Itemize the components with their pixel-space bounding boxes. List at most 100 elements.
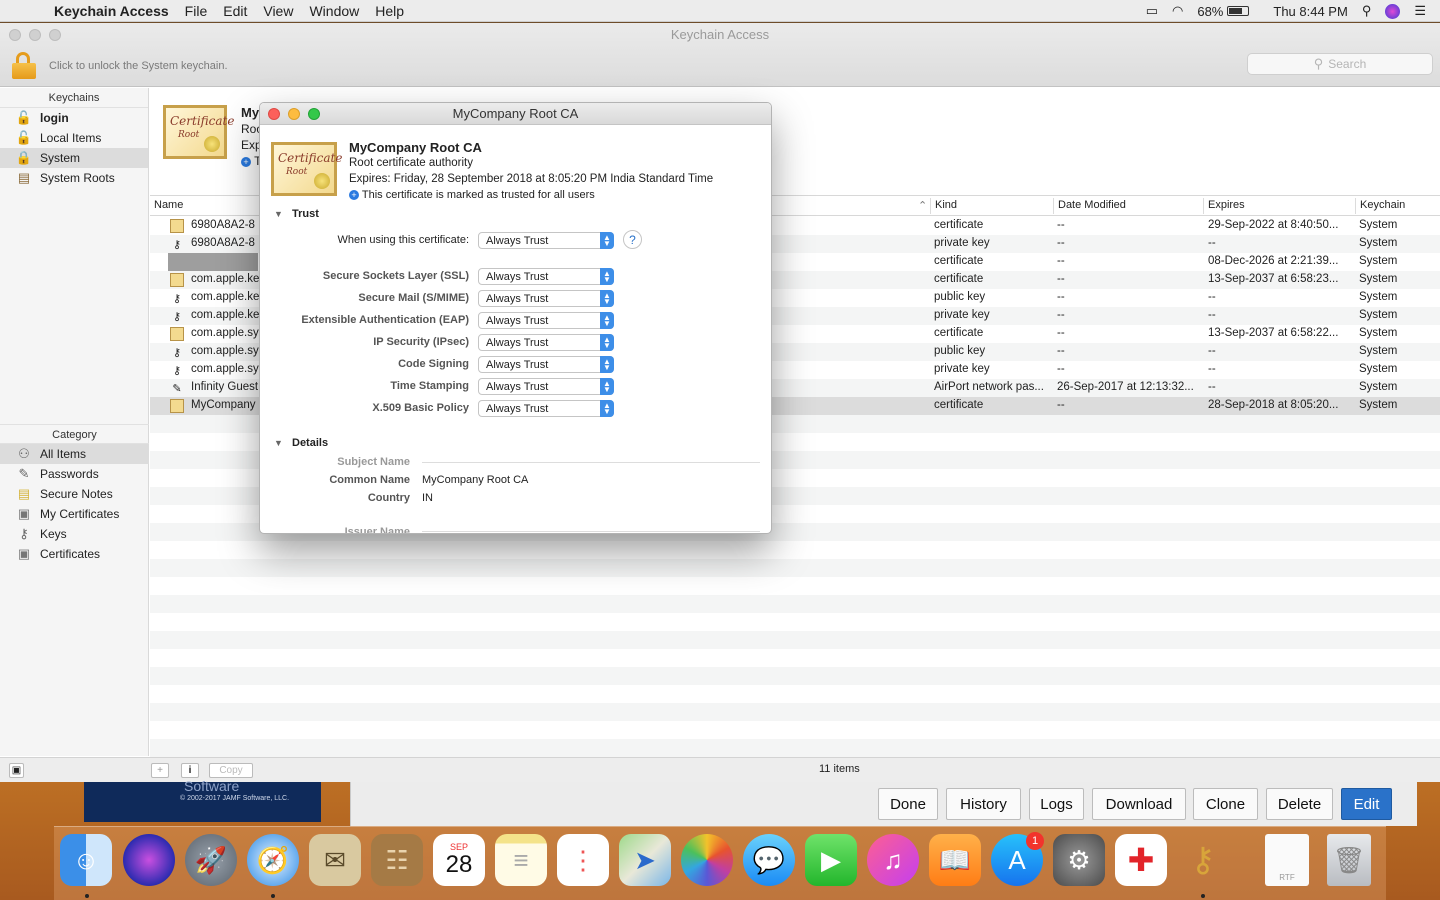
- keychain-access-icon[interactable]: ⚷: [1177, 834, 1229, 886]
- facetime-icon[interactable]: ▶: [805, 834, 857, 886]
- system-preferences-icon[interactable]: ⚙: [1053, 834, 1105, 886]
- battery-percent[interactable]: 68%: [1197, 4, 1223, 19]
- sidebar-item-local-items[interactable]: 🔓 Local Items: [0, 128, 148, 148]
- column-expires[interactable]: Expires: [1208, 199, 1245, 211]
- jamf-copyright: © 2002-2017 JAMF Software, LLC.: [180, 795, 290, 802]
- sort-indicator-icon[interactable]: ⌃: [918, 199, 927, 212]
- reminders-icon[interactable]: ⋮: [557, 834, 609, 886]
- cell-modified: 26-Sep-2017 at 12:13:32...: [1057, 381, 1194, 393]
- ibooks-icon[interactable]: 📖: [929, 834, 981, 886]
- siri-icon[interactable]: [123, 834, 175, 886]
- cell-name: MyCompany: [191, 399, 256, 411]
- category-secure-notes[interactable]: ▤ Secure Notes: [0, 484, 149, 504]
- itunes-icon[interactable]: ♫: [867, 834, 919, 886]
- table-row: [150, 541, 1440, 559]
- cell-expires: --: [1208, 381, 1216, 393]
- unlock-area[interactable]: Click to unlock the System keychain.: [12, 52, 228, 80]
- messages-icon[interactable]: 💬: [743, 834, 795, 886]
- download-button[interactable]: Download: [1092, 788, 1186, 820]
- edit-button[interactable]: Edit: [1341, 788, 1392, 820]
- notes-icon[interactable]: ≡: [495, 834, 547, 886]
- spotlight-icon[interactable]: ⚲: [1362, 3, 1372, 19]
- trust-header[interactable]: Trust: [292, 208, 319, 220]
- trust-setting-popup[interactable]: Always Trust ▲ ▼: [478, 400, 614, 417]
- cell-modified: --: [1057, 327, 1065, 339]
- cabinet-icon: ▤: [17, 170, 31, 185]
- siri-icon[interactable]: [1385, 3, 1401, 19]
- category-certificates[interactable]: ▣ Certificates: [0, 544, 149, 564]
- sidebar-item-login[interactable]: 🔓 login: [0, 108, 148, 128]
- trash-icon[interactable]: 🗑: [1327, 834, 1371, 886]
- certificate-icon: ▣: [17, 506, 31, 521]
- column-date-modified[interactable]: Date Modified: [1058, 199, 1126, 211]
- launchpad-icon[interactable]: 🚀: [185, 834, 237, 886]
- cell-kind: certificate: [934, 399, 984, 411]
- show-info-toggle-icon[interactable]: ▣: [9, 763, 24, 778]
- column-kind[interactable]: Kind: [935, 199, 957, 211]
- calendar-icon[interactable]: SEP 28: [433, 834, 485, 886]
- clone-button[interactable]: Clone: [1193, 788, 1258, 820]
- dialog-minimize-button[interactable]: [288, 108, 300, 120]
- jamf-banner: Software © 2002-2017 JAMF Software, LLC.: [84, 778, 321, 822]
- info-button[interactable]: i: [181, 763, 199, 778]
- copy-button[interactable]: Copy: [209, 763, 253, 778]
- column-name[interactable]: Name: [154, 199, 183, 211]
- history-button[interactable]: History: [946, 788, 1021, 820]
- menu-app-name[interactable]: Keychain Access: [54, 3, 169, 19]
- photos-icon[interactable]: [681, 834, 733, 886]
- search-input[interactable]: ⚲ Search: [1247, 53, 1433, 75]
- delete-button[interactable]: Delete: [1266, 788, 1333, 820]
- sidebar-item-system-roots[interactable]: ▤ System Roots: [0, 168, 148, 188]
- done-button[interactable]: Done: [878, 788, 938, 820]
- trust-setting-popup[interactable]: Always Trust ▲ ▼: [478, 312, 614, 329]
- cell-kind: certificate: [934, 273, 984, 285]
- menu-help[interactable]: Help: [375, 3, 404, 19]
- notification-center-icon[interactable]: ☰: [1414, 3, 1426, 19]
- wifi-icon[interactable]: ◠: [1172, 3, 1183, 19]
- cell-name: 6980A8A2-8: [191, 219, 255, 231]
- maps-icon[interactable]: ➤: [619, 834, 671, 886]
- jamf-admin-icon[interactable]: ✚: [1115, 834, 1167, 886]
- common-name-value: MyCompany Root CA: [422, 474, 529, 486]
- category-passwords[interactable]: ✎ Passwords: [0, 464, 149, 484]
- column-keychain[interactable]: Keychain: [1360, 199, 1405, 211]
- details-disclosure-icon[interactable]: ▼: [274, 438, 283, 448]
- contacts-icon[interactable]: ☷: [371, 834, 423, 886]
- popup-value: Always Trust: [486, 358, 549, 371]
- menu-edit[interactable]: Edit: [223, 3, 247, 19]
- finder-icon[interactable]: ☺: [60, 834, 112, 886]
- clock[interactable]: Thu 8:44 PM: [1273, 4, 1347, 19]
- menu-view[interactable]: View: [263, 3, 293, 19]
- mail-stamp-icon[interactable]: ✉: [309, 834, 361, 886]
- category-my-certificates[interactable]: ▣ My Certificates: [0, 504, 149, 524]
- trust-setting-popup[interactable]: Always Trust ▲ ▼: [478, 356, 614, 373]
- cell-keychain: System: [1359, 273, 1398, 285]
- category-keys[interactable]: ⚷ Keys: [0, 524, 149, 544]
- add-button[interactable]: +: [151, 763, 169, 778]
- menu-file[interactable]: File: [185, 3, 208, 19]
- trust-setting-popup[interactable]: Always Trust ▲ ▼: [478, 268, 614, 285]
- details-header[interactable]: Details: [292, 437, 328, 449]
- table-row: [150, 631, 1440, 649]
- rtf-document-icon[interactable]: RTF: [1265, 834, 1309, 886]
- category-all-items[interactable]: ⚇ All Items: [0, 444, 149, 464]
- airplay-icon[interactable]: ▭: [1146, 3, 1158, 19]
- trust-setting-popup[interactable]: Always Trust ▲ ▼: [478, 378, 614, 395]
- trust-setting-popup[interactable]: Always Trust ▲ ▼: [478, 334, 614, 351]
- sidebar-item-system[interactable]: 🔒 System: [0, 148, 148, 168]
- logs-button[interactable]: Logs: [1029, 788, 1084, 820]
- chevron-updown-icon: ▲ ▼: [600, 232, 614, 249]
- menu-window[interactable]: Window: [309, 3, 359, 19]
- chevron-updown-icon: ▲ ▼: [600, 268, 614, 285]
- category-label: Secure Notes: [40, 487, 113, 501]
- dialog-zoom-button[interactable]: [308, 108, 320, 120]
- battery-icon[interactable]: [1227, 6, 1250, 16]
- lock-icon[interactable]: [12, 52, 36, 80]
- help-button[interactable]: ?: [623, 230, 642, 249]
- trust-disclosure-icon[interactable]: ▼: [274, 209, 283, 219]
- safari-icon[interactable]: 🧭: [247, 834, 299, 886]
- when-using-popup[interactable]: Always Trust ▲ ▼: [478, 232, 614, 249]
- trust-setting-popup[interactable]: Always Trust ▲ ▼: [478, 290, 614, 307]
- jamf-brand: Software: [184, 778, 240, 794]
- dialog-close-button[interactable]: [268, 108, 280, 120]
